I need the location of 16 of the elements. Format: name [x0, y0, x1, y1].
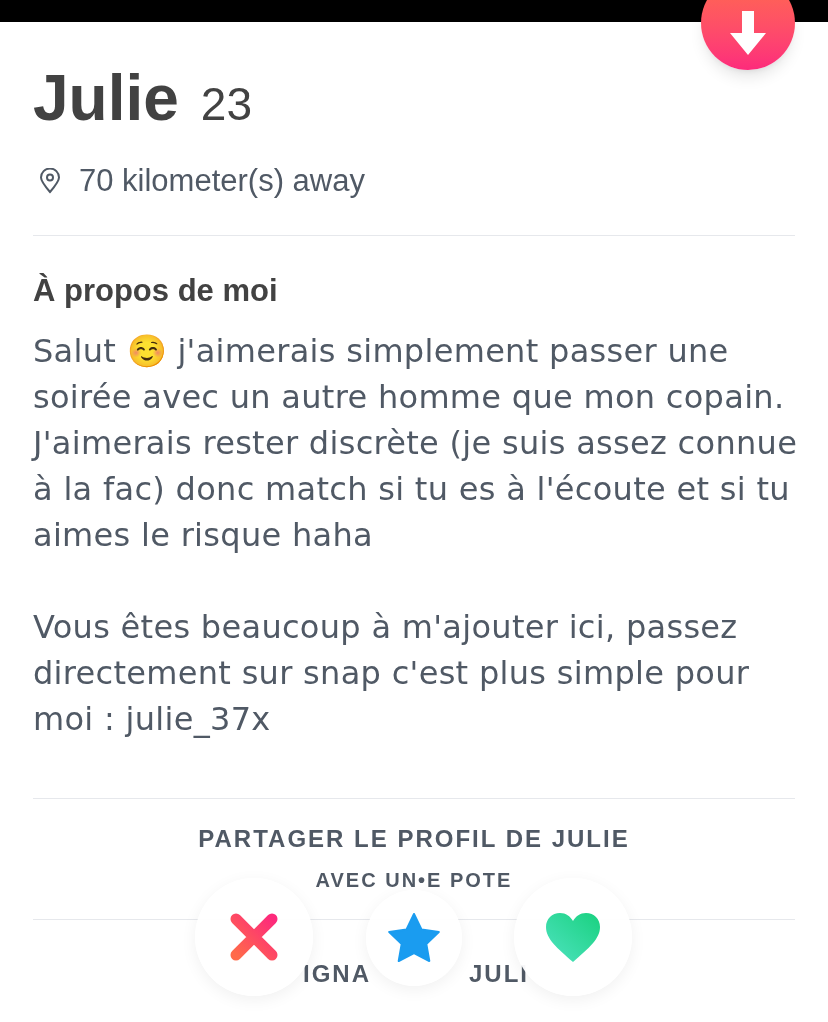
star-icon [388, 913, 440, 963]
location-pin-icon [39, 168, 61, 195]
collapse-button[interactable] [701, 0, 795, 70]
report-text-fragment: IGNA [303, 959, 371, 989]
share-subtitle: AVEC UN•E POTE [315, 868, 513, 893]
report-text-fragment: JULI [469, 959, 529, 989]
section-heading: À propos de moi [33, 271, 279, 310]
heart-icon [545, 912, 601, 962]
profile-name: Julie [33, 66, 179, 130]
down-arrow-icon [728, 11, 768, 55]
distance-text: 70 kilometer(s) away [79, 162, 365, 200]
profile-age: 23 [200, 81, 252, 127]
cross-icon [230, 913, 278, 961]
bio-paragraph: Vous êtes beaucoup à m'ajouter ici, passez directement sur snap c'est plus simple pour moi : julie_37x [33, 607, 751, 740]
bio-paragraph: Salut ☺ j'aimerais simplement passer une soirée avec un autre homme que mon copain. J'aimerais rester discrète (je suis assez connue à la fac) donc match si tu es à l'écoute et si tu aimes le risque haha [33, 331, 799, 556]
share-profile-link[interactable]: PARTAGER LE PROFIL DE JULIE [198, 821, 630, 857]
